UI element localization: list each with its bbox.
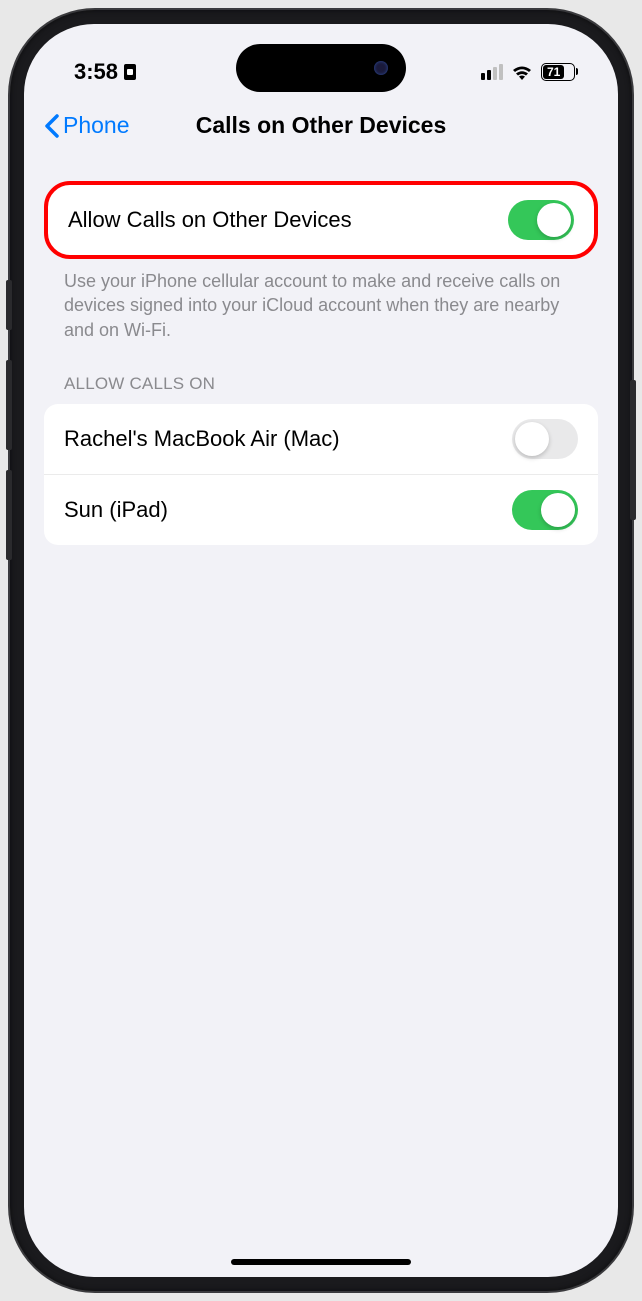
- toggle-knob: [537, 203, 571, 237]
- toggle-knob: [515, 422, 549, 456]
- phone-frame: 3:58 71: [10, 10, 632, 1291]
- status-right: 71: [481, 63, 578, 81]
- home-indicator[interactable]: [231, 1259, 411, 1265]
- status-left: 3:58: [74, 59, 136, 85]
- allow-calls-label: Allow Calls on Other Devices: [68, 207, 352, 233]
- orientation-lock-icon: [124, 64, 136, 80]
- device-toggle-ipad[interactable]: [512, 490, 578, 530]
- power-button: [630, 380, 636, 520]
- status-time: 3:58: [74, 59, 118, 85]
- allow-calls-row[interactable]: Allow Calls on Other Devices: [48, 185, 594, 255]
- device-row-ipad[interactable]: Sun (iPad): [44, 474, 598, 545]
- battery-icon: 71: [541, 63, 578, 81]
- section-header: ALLOW CALLS ON: [44, 342, 598, 404]
- cellular-signal-icon: [481, 64, 503, 80]
- screen: 3:58 71: [24, 24, 618, 1277]
- nav-bar: Phone Calls on Other Devices: [24, 94, 618, 161]
- main-toggle-group: Allow Calls on Other Devices: [44, 181, 598, 259]
- toggle-knob: [541, 493, 575, 527]
- device-toggle-macbook[interactable]: [512, 419, 578, 459]
- back-button[interactable]: Phone: [44, 112, 130, 139]
- chevron-left-icon: [44, 114, 59, 138]
- devices-group: Rachel's MacBook Air (Mac) Sun (iPad): [44, 404, 598, 545]
- back-label: Phone: [63, 112, 130, 139]
- wifi-icon: [511, 64, 533, 80]
- dynamic-island: [236, 44, 406, 92]
- description-text: Use your iPhone cellular account to make…: [44, 259, 598, 342]
- allow-calls-toggle[interactable]: [508, 200, 574, 240]
- volume-up-button: [6, 360, 12, 450]
- front-camera: [374, 61, 388, 75]
- volume-down-button: [6, 470, 12, 560]
- mute-switch: [6, 280, 12, 330]
- device-label: Sun (iPad): [64, 497, 168, 523]
- device-label: Rachel's MacBook Air (Mac): [64, 426, 340, 452]
- device-row-macbook[interactable]: Rachel's MacBook Air (Mac): [44, 404, 598, 474]
- content: Allow Calls on Other Devices Use your iP…: [24, 161, 618, 545]
- battery-level: 71: [543, 65, 564, 79]
